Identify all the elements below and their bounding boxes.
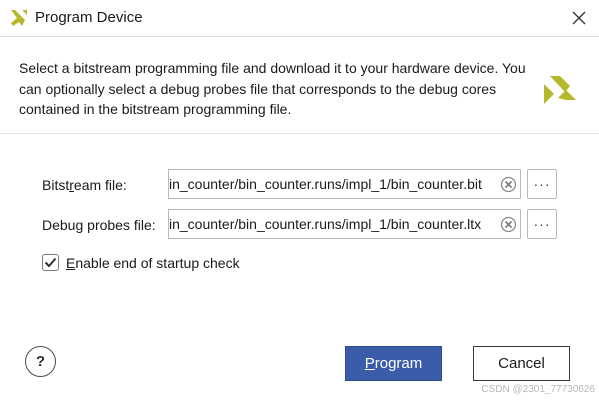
help-button[interactable]: ?	[25, 346, 56, 377]
startup-check-checkbox[interactable]	[42, 254, 59, 271]
close-icon	[572, 11, 586, 25]
header-description: Select a bitstream programming file and …	[19, 60, 526, 117]
debug-probes-file-field[interactable]: in_counter/bin_counter.runs/impl_1/bin_c…	[168, 209, 521, 239]
bitstream-file-field[interactable]: in_counter/bin_counter.runs/impl_1/bin_c…	[168, 169, 521, 199]
watermark-text: CSDN @2301_77730626	[481, 384, 595, 395]
close-button[interactable]	[566, 6, 592, 30]
debug-probes-browse-button[interactable]: ···	[527, 209, 557, 239]
title-bar: Program Device	[0, 0, 599, 36]
clear-icon[interactable]	[500, 176, 517, 193]
program-device-dialog: Program Device Select a bitstream progra…	[0, 0, 599, 403]
debug-probes-file-input[interactable]: in_counter/bin_counter.runs/impl_1/bin_c…	[169, 210, 496, 238]
cancel-button[interactable]: Cancel	[473, 346, 570, 381]
vivado-logo-icon	[11, 10, 27, 26]
startup-check-label[interactable]: Enable end of startup check	[66, 255, 240, 271]
bitstream-file-input[interactable]: in_counter/bin_counter.runs/impl_1/bin_c…	[169, 170, 496, 198]
checkmark-icon	[44, 257, 57, 268]
window-title: Program Device	[35, 9, 143, 26]
program-button[interactable]: Program	[345, 346, 442, 381]
bitstream-file-label: Bitstream file:	[42, 177, 127, 193]
vivado-logo-icon	[544, 76, 576, 104]
clear-icon[interactable]	[500, 216, 517, 233]
bitstream-browse-button[interactable]: ···	[527, 169, 557, 199]
header-panel: Select a bitstream programming file and …	[0, 37, 599, 133]
debug-probes-file-label: Debug probes file:	[42, 217, 156, 233]
